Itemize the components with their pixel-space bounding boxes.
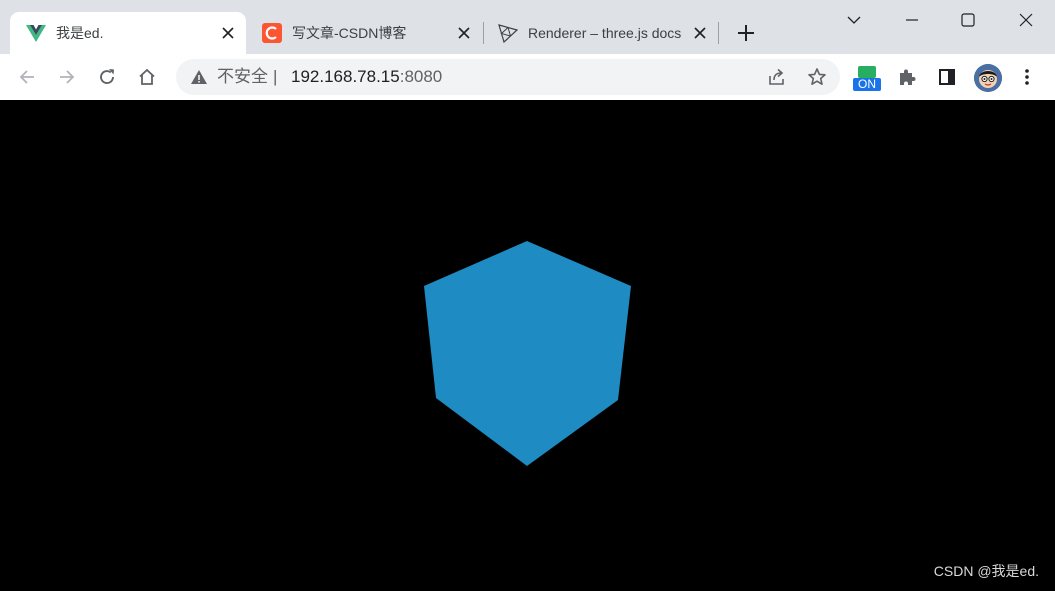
maximize-button[interactable] xyxy=(940,0,996,40)
arrow-left-icon xyxy=(19,70,34,84)
minimize-icon xyxy=(906,19,918,21)
page-viewport: CSDN @我是ed. xyxy=(0,100,1055,591)
vue-logo-icon xyxy=(26,23,46,43)
url-text[interactable]: 192.168.78.15:8080 xyxy=(291,67,442,87)
avatar-icon xyxy=(974,64,1002,92)
cube-mesh xyxy=(424,241,631,466)
browser-window: 我是ed. 写文章-CSDN博客 Renderer – three.js doc… xyxy=(0,0,1055,591)
security-label[interactable]: 不安全 xyxy=(217,67,268,87)
tab-strip: 我是ed. 写文章-CSDN博客 Renderer – three.js doc… xyxy=(0,0,1055,54)
share-button[interactable] xyxy=(765,65,789,89)
security-divider: | xyxy=(273,67,278,86)
home-button[interactable] xyxy=(131,61,163,93)
url-host: 192.168.78.15 xyxy=(291,67,400,86)
share-icon xyxy=(769,68,784,85)
address-bar[interactable]: 不安全 | 192.168.78.15:8080 xyxy=(176,59,840,95)
csdn-logo-icon xyxy=(262,23,282,43)
csdn-watermark: CSDN @我是ed. xyxy=(933,563,1039,579)
tab-title: 我是ed. xyxy=(56,25,104,41)
forward-button[interactable] xyxy=(51,61,83,93)
plus-icon xyxy=(738,25,754,41)
home-icon xyxy=(139,68,155,85)
tab-separator xyxy=(718,22,719,44)
tab-threejs-docs[interactable]: Renderer – three.js docs xyxy=(482,12,718,54)
minimize-button[interactable] xyxy=(884,0,940,40)
tab-title: Renderer – three.js docs xyxy=(528,25,682,41)
menu-button[interactable] xyxy=(1011,61,1043,93)
url-port: :8080 xyxy=(399,67,443,86)
puzzle-icon xyxy=(900,69,916,85)
warning-icon[interactable] xyxy=(190,68,208,86)
close-icon[interactable] xyxy=(454,23,474,43)
tab-vue-app[interactable]: 我是ed. xyxy=(10,12,246,54)
side-panel-button[interactable] xyxy=(931,61,963,93)
tab-csdn-editor[interactable]: 写文章-CSDN博客 xyxy=(246,12,482,54)
close-window-button[interactable] xyxy=(998,0,1054,40)
bookmark-button[interactable] xyxy=(805,65,829,89)
chevron-down-icon xyxy=(847,16,861,24)
side-panel-icon xyxy=(939,69,955,85)
close-icon[interactable] xyxy=(218,23,238,43)
new-tab-button[interactable] xyxy=(733,20,759,46)
extension-badge: ON xyxy=(853,78,881,91)
webgl-canvas[interactable] xyxy=(0,100,1055,591)
close-icon[interactable] xyxy=(690,23,710,43)
threejs-logo-icon xyxy=(498,23,518,43)
more-vertical-icon xyxy=(1025,69,1029,85)
reload-icon xyxy=(100,69,114,84)
extensions-button[interactable] xyxy=(891,61,923,93)
close-icon xyxy=(1019,13,1033,27)
extension-toggle-button[interactable]: ON xyxy=(853,66,881,92)
star-icon xyxy=(808,68,826,86)
profile-avatar[interactable] xyxy=(974,64,1002,92)
arrow-right-icon xyxy=(60,70,75,84)
tab-title: 写文章-CSDN博客 xyxy=(292,25,407,41)
browser-toolbar: 不安全 | 192.168.78.15:8080 ON xyxy=(0,54,1055,100)
tab-search-button[interactable] xyxy=(826,0,882,40)
back-button[interactable] xyxy=(11,61,43,93)
reload-button[interactable] xyxy=(91,61,123,93)
maximize-icon xyxy=(961,13,975,27)
